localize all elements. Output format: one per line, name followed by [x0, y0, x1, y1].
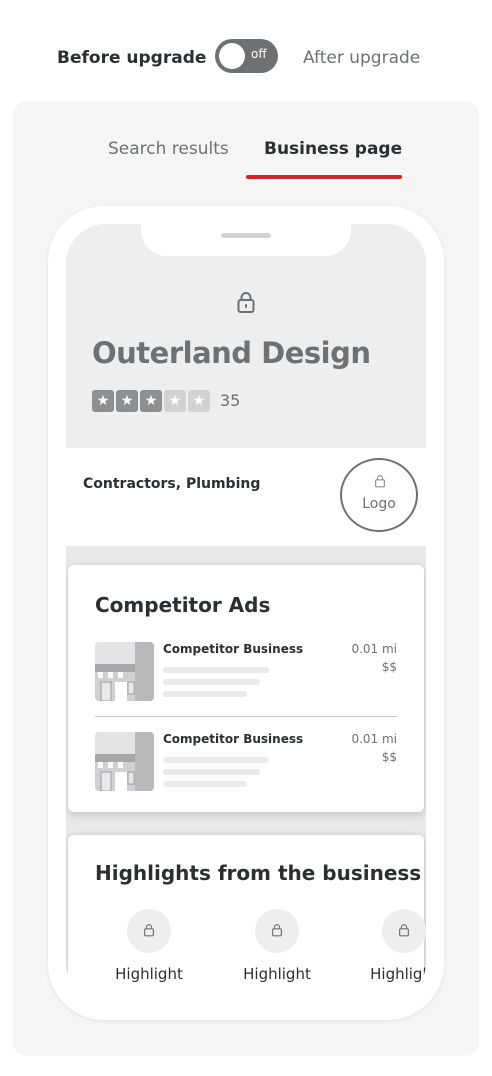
placeholder-line [163, 781, 247, 787]
competitor-distance: 0.01 mi [351, 642, 397, 656]
phone-speaker [221, 233, 271, 238]
phone-notch [141, 224, 351, 256]
toggle-state-text: off [251, 47, 267, 61]
highlight-icon-circle [255, 909, 299, 953]
highlight-label: Highlight [243, 965, 311, 983]
toggle-knob [219, 43, 245, 69]
tab-business-page[interactable]: Business page [264, 139, 402, 159]
phone-frame: Outerland Design ★ ★ ★ ★ ★ 35 Contractor… [48, 206, 444, 1020]
lock-icon [399, 924, 409, 937]
highlight-icon-circle [382, 909, 426, 953]
phone-screen: Outerland Design ★ ★ ★ ★ ★ 35 Contractor… [66, 224, 426, 1002]
competitor-price: $$ [381, 750, 397, 764]
competitor-ads-title: Competitor Ads [95, 593, 271, 617]
highlight-item[interactable]: Highlight [95, 909, 195, 989]
highlight-label: Highlight [370, 965, 426, 983]
storefront-icon [95, 732, 154, 791]
active-tab-indicator [246, 175, 402, 179]
highlight-icon-circle [127, 909, 171, 953]
highlights-card: Highlights from the business Highlight H… [68, 835, 426, 1002]
preview-panel: Search results Business page Outerland D… [13, 101, 479, 1056]
highlights-title: Highlights from the business [95, 861, 422, 885]
storefront-icon [95, 642, 154, 701]
placeholder-line [163, 757, 269, 763]
highlight-item[interactable]: Highlight [350, 909, 426, 989]
star-icon: ★ [188, 390, 210, 412]
star-icon: ★ [92, 390, 114, 412]
category-section: Contractors, Plumbing Logo [66, 448, 426, 546]
star-icon: ★ [140, 390, 162, 412]
lock-icon [237, 292, 255, 313]
upgrade-toggle[interactable]: off [215, 39, 278, 73]
placeholder-line [163, 667, 269, 673]
placeholder-line [163, 769, 260, 775]
competitor-ads-card: Competitor Ads Competitor Business 0.01 … [68, 565, 424, 812]
upgrade-toggle-row: Before upgrade off After upgrade [0, 38, 492, 78]
placeholder-line [163, 691, 247, 697]
highlight-item[interactable]: Highlight [223, 909, 323, 989]
placeholder-line [163, 679, 260, 685]
lock-icon [144, 924, 154, 937]
competitor-name: Competitor Business [163, 642, 304, 656]
competitor-name: Competitor Business [163, 732, 304, 746]
business-header: Outerland Design ★ ★ ★ ★ ★ 35 [66, 224, 426, 448]
star-icon: ★ [116, 390, 138, 412]
competitor-ad-item[interactable]: Competitor Business 0.01 mi $$ [95, 642, 397, 704]
competitor-ad-item[interactable]: Competitor Business 0.01 mi $$ [95, 732, 397, 794]
review-count: 35 [220, 391, 241, 410]
ad-divider [95, 716, 397, 717]
business-name: Outerland Design [92, 336, 371, 370]
competitor-price: $$ [381, 660, 397, 674]
business-logo: Logo [340, 458, 418, 532]
competitor-distance: 0.01 mi [351, 732, 397, 746]
lock-icon [272, 924, 282, 937]
star-rating: ★ ★ ★ ★ ★ [92, 390, 210, 412]
logo-label: Logo [362, 496, 396, 512]
before-upgrade-label: Before upgrade [57, 48, 207, 68]
star-icon: ★ [164, 390, 186, 412]
business-categories: Contractors, Plumbing [83, 476, 261, 492]
tab-search-results[interactable]: Search results [108, 139, 229, 159]
lock-icon [375, 475, 385, 488]
highlight-label: Highlight [115, 965, 183, 983]
after-upgrade-label: After upgrade [303, 48, 421, 68]
